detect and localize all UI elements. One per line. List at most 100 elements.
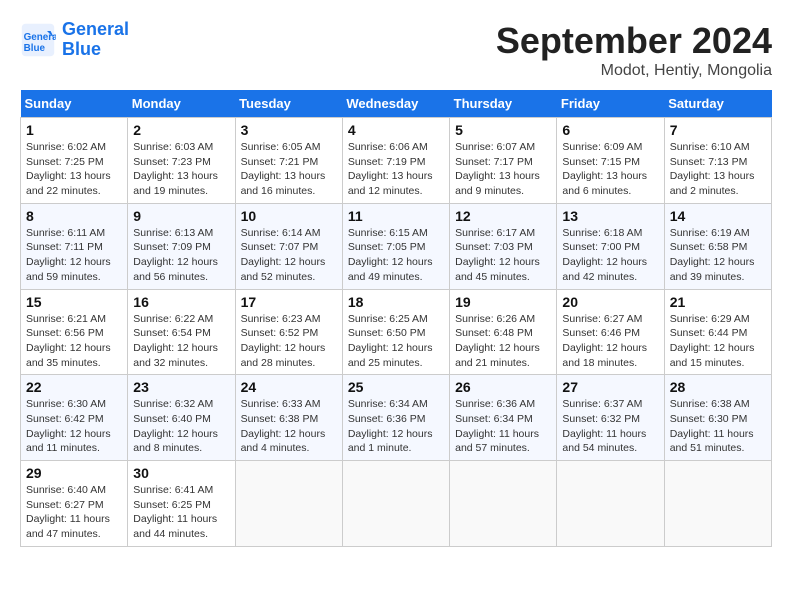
day-info: Sunrise: 6:34 AMSunset: 6:36 PMDaylight:…: [348, 397, 444, 456]
location: Modot, Hentiy, Mongolia: [496, 62, 772, 80]
day-info: Sunrise: 6:18 AMSunset: 7:00 PMDaylight:…: [562, 226, 658, 285]
empty-cell: [664, 461, 771, 547]
day-cell-18: 18 Sunrise: 6:25 AMSunset: 6:50 PMDayligh…: [342, 289, 449, 375]
day-number: 12: [455, 208, 551, 224]
day-number: 24: [241, 379, 337, 395]
day-cell-11: 11Sunrise: 6:15 AMSunset: 7:05 PMDayligh…: [342, 203, 449, 289]
day-number: 21: [670, 294, 766, 310]
empty-cell: [557, 461, 664, 547]
day-info: Sunrise: 6:26 AMSunset: 6:48 PMDaylight:…: [455, 312, 551, 371]
day-number: 15: [26, 294, 122, 310]
day-number: 2: [133, 122, 229, 138]
day-number: 11: [348, 208, 444, 224]
weekday-header-row: SundayMondayTuesdayWednesdayThursdayFrid…: [21, 90, 772, 118]
day-info: Sunrise: 6:19 AMSunset: 6:58 PMDaylight:…: [670, 226, 766, 285]
day-number: 10: [241, 208, 337, 224]
day-number: 27: [562, 379, 658, 395]
day-info: Sunrise: 6:30 AMSunset: 6:42 PMDaylight:…: [26, 397, 122, 456]
day-cell-21: 21 Sunrise: 6:29 AMSunset: 6:44 PMDayligh…: [664, 289, 771, 375]
weekday-tuesday: Tuesday: [235, 90, 342, 118]
svg-text:Blue: Blue: [24, 43, 46, 54]
day-cell-16: 16 Sunrise: 6:22 AMSunset: 6:54 PMDayligh…: [128, 289, 235, 375]
day-cell-13: 13Sunrise: 6:18 AMSunset: 7:00 PMDayligh…: [557, 203, 664, 289]
day-cell-25: 25Sunrise: 6:34 AMSunset: 6:36 PMDayligh…: [342, 375, 449, 461]
day-info: Sunrise: 6:11 AMSunset: 7:11 PMDaylight:…: [26, 226, 122, 285]
day-cell-7: 7 Sunrise: 6:10 AMSunset: 7:13 PMDaylight…: [664, 118, 771, 204]
calendar-table: SundayMondayTuesdayWednesdayThursdayFrid…: [20, 90, 772, 547]
day-number: 20: [562, 294, 658, 310]
empty-cell: [342, 461, 449, 547]
day-info: Sunrise: 6:07 AMSunset: 7:17 PMDaylight:…: [455, 140, 551, 199]
day-number: 17: [241, 294, 337, 310]
day-info: Sunrise: 6:03 AMSunset: 7:23 PMDaylight:…: [133, 140, 229, 199]
day-info: Sunrise: 6:14 AMSunset: 7:07 PMDaylight:…: [241, 226, 337, 285]
logo-text: General Blue: [62, 20, 129, 60]
day-cell-14: 14 Sunrise: 6:19 AMSunset: 6:58 PMDayligh…: [664, 203, 771, 289]
day-info: Sunrise: 6:17 AMSunset: 7:03 PMDaylight:…: [455, 226, 551, 285]
day-cell-3: 3 Sunrise: 6:05 AMSunset: 7:21 PMDaylight…: [235, 118, 342, 204]
calendar-week-row: 15 Sunrise: 6:21 AMSunset: 6:56 PMDayligh…: [21, 289, 772, 375]
empty-cell: [450, 461, 557, 547]
weekday-friday: Friday: [557, 90, 664, 118]
weekday-wednesday: Wednesday: [342, 90, 449, 118]
day-number: 6: [562, 122, 658, 138]
day-info: Sunrise: 6:37 AMSunset: 6:32 PMDaylight:…: [562, 397, 658, 456]
day-info: Sunrise: 6:05 AMSunset: 7:21 PMDaylight:…: [241, 140, 337, 199]
day-info: Sunrise: 6:02 AMSunset: 7:25 PMDaylight:…: [26, 140, 122, 199]
day-info: Sunrise: 6:29 AMSunset: 6:44 PMDaylight:…: [670, 312, 766, 371]
day-cell-1: 1 Sunrise: 6:02 AMSunset: 7:25 PMDaylight…: [21, 118, 128, 204]
day-number: 22: [26, 379, 122, 395]
weekday-saturday: Saturday: [664, 90, 771, 118]
day-cell-26: 26 Sunrise: 6:36 AMSunset: 6:34 PMDayligh…: [450, 375, 557, 461]
day-number: 29: [26, 465, 122, 481]
day-cell-28: 28 Sunrise: 6:38 AMSunset: 6:30 PMDayligh…: [664, 375, 771, 461]
weekday-sunday: Sunday: [21, 90, 128, 118]
day-info: Sunrise: 6:27 AMSunset: 6:46 PMDaylight:…: [562, 312, 658, 371]
day-info: Sunrise: 6:10 AMSunset: 7:13 PMDaylight:…: [670, 140, 766, 199]
day-cell-22: 22 Sunrise: 6:30 AMSunset: 6:42 PMDayligh…: [21, 375, 128, 461]
day-cell-29: 29 Sunrise: 6:40 AMSunset: 6:27 PMDayligh…: [21, 461, 128, 547]
day-info: Sunrise: 6:40 AMSunset: 6:27 PMDaylight:…: [26, 483, 122, 542]
calendar-week-row: 22 Sunrise: 6:30 AMSunset: 6:42 PMDayligh…: [21, 375, 772, 461]
day-cell-8: 8 Sunrise: 6:11 AMSunset: 7:11 PMDaylight…: [21, 203, 128, 289]
day-number: 3: [241, 122, 337, 138]
page-header: General Blue General Blue September 2024…: [20, 20, 772, 80]
day-info: Sunrise: 6:13 AMSunset: 7:09 PMDaylight:…: [133, 226, 229, 285]
calendar-week-row: 1 Sunrise: 6:02 AMSunset: 7:25 PMDaylight…: [21, 118, 772, 204]
day-cell-2: 2 Sunrise: 6:03 AMSunset: 7:23 PMDaylight…: [128, 118, 235, 204]
day-info: Sunrise: 6:06 AMSunset: 7:19 PMDaylight:…: [348, 140, 444, 199]
day-info: Sunrise: 6:25 AMSunset: 6:50 PMDaylight:…: [348, 312, 444, 371]
day-cell-10: 10 Sunrise: 6:14 AMSunset: 7:07 PMDayligh…: [235, 203, 342, 289]
day-number: 16: [133, 294, 229, 310]
day-cell-17: 17 Sunrise: 6:23 AMSunset: 6:52 PMDayligh…: [235, 289, 342, 375]
day-number: 23: [133, 379, 229, 395]
day-number: 4: [348, 122, 444, 138]
day-cell-27: 27 Sunrise: 6:37 AMSunset: 6:32 PMDayligh…: [557, 375, 664, 461]
logo-line2: Blue: [62, 39, 101, 59]
title-block: September 2024 Modot, Hentiy, Mongolia: [496, 20, 772, 80]
day-cell-4: 4 Sunrise: 6:06 AMSunset: 7:19 PMDaylight…: [342, 118, 449, 204]
calendar-week-row: 8 Sunrise: 6:11 AMSunset: 7:11 PMDaylight…: [21, 203, 772, 289]
day-info: Sunrise: 6:09 AMSunset: 7:15 PMDaylight:…: [562, 140, 658, 199]
day-cell-20: 20 Sunrise: 6:27 AMSunset: 6:46 PMDayligh…: [557, 289, 664, 375]
day-number: 19: [455, 294, 551, 310]
day-info: Sunrise: 6:23 AMSunset: 6:52 PMDaylight:…: [241, 312, 337, 371]
day-number: 30: [133, 465, 229, 481]
day-number: 5: [455, 122, 551, 138]
day-info: Sunrise: 6:36 AMSunset: 6:34 PMDaylight:…: [455, 397, 551, 456]
day-number: 14: [670, 208, 766, 224]
day-number: 1: [26, 122, 122, 138]
day-info: Sunrise: 6:21 AMSunset: 6:56 PMDaylight:…: [26, 312, 122, 371]
logo-icon: General Blue: [20, 22, 56, 58]
day-number: 26: [455, 379, 551, 395]
day-info: Sunrise: 6:38 AMSunset: 6:30 PMDaylight:…: [670, 397, 766, 456]
day-number: 7: [670, 122, 766, 138]
empty-cell: [235, 461, 342, 547]
day-number: 8: [26, 208, 122, 224]
day-number: 9: [133, 208, 229, 224]
day-cell-6: 6 Sunrise: 6:09 AMSunset: 7:15 PMDaylight…: [557, 118, 664, 204]
day-info: Sunrise: 6:22 AMSunset: 6:54 PMDaylight:…: [133, 312, 229, 371]
calendar-body: 1 Sunrise: 6:02 AMSunset: 7:25 PMDaylight…: [21, 118, 772, 547]
day-number: 28: [670, 379, 766, 395]
day-number: 18: [348, 294, 444, 310]
